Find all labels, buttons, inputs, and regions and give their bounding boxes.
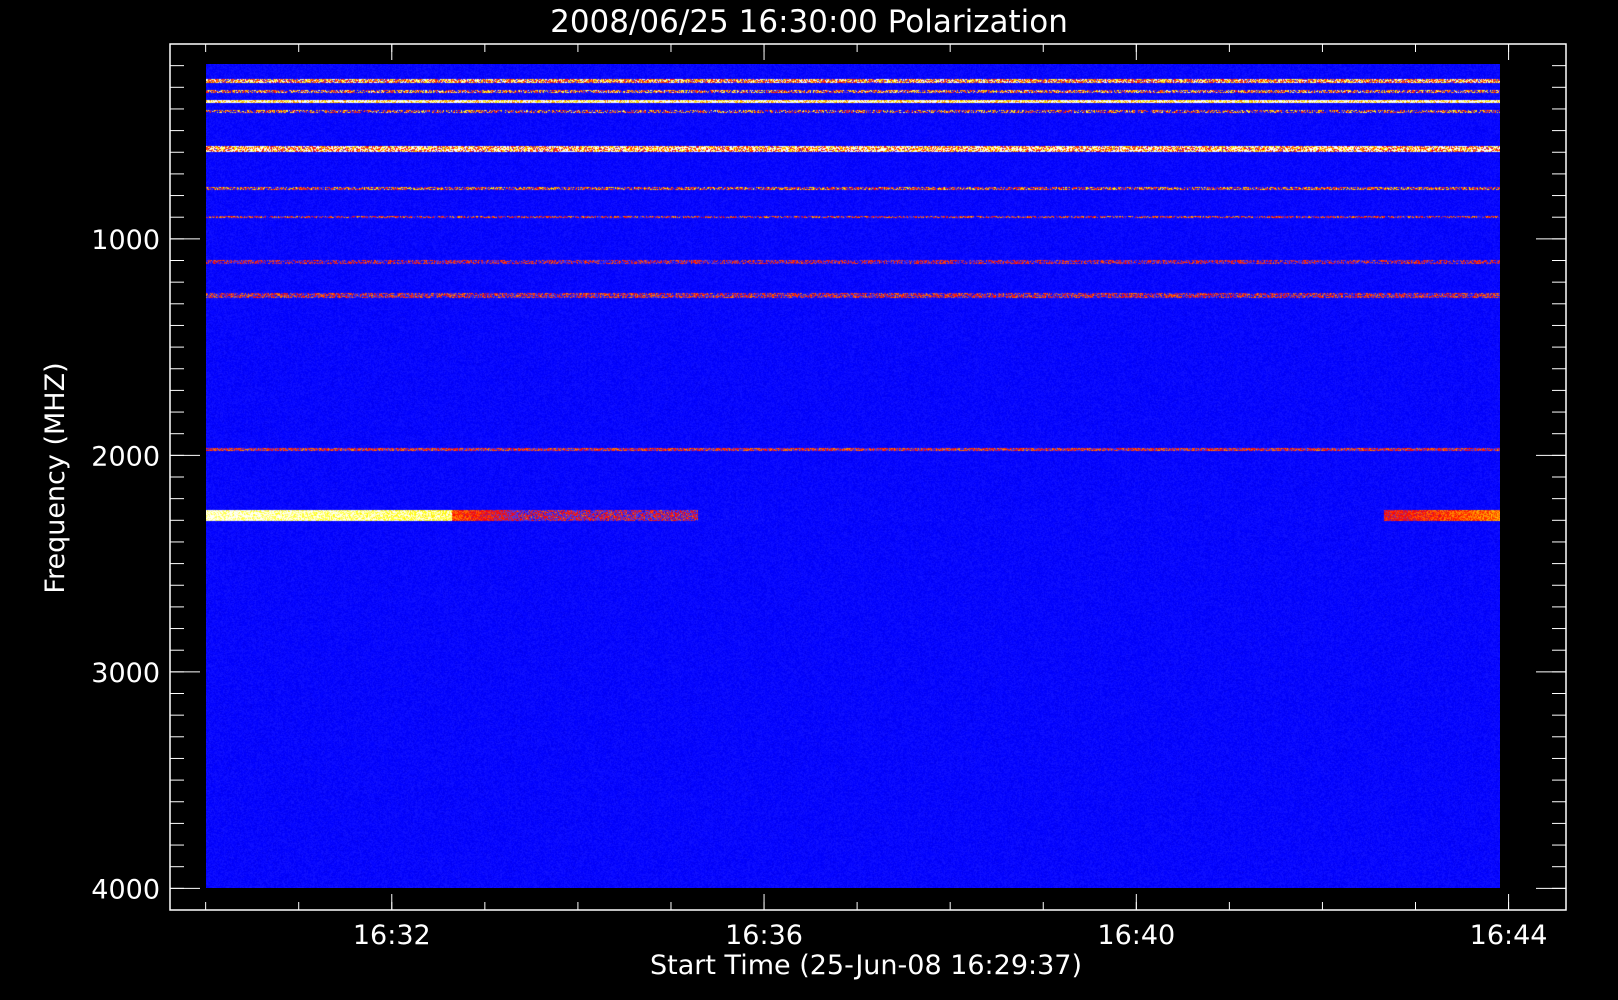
x-tick-label: 16:40 [1097,920,1175,951]
heatmap-area [206,64,1500,888]
x-axis-label: Start Time (25-Jun-08 16:29:37) [650,950,1082,981]
chart-canvas: 16:32 16:36 16:40 16:44 1000 2000 3000 4000 200… [0,0,1618,1000]
spectrogram-chart: 16:32 16:36 16:40 16:44 1000 2000 3000 4000 200… [0,0,1618,1000]
y-tick-label: 3000 [91,658,160,689]
x-tick-label: 16:36 [725,920,803,951]
x-tick-label: 16:32 [353,920,431,951]
y-axis-label: Frequency (MHZ) [40,362,71,593]
y-tick-label: 1000 [91,225,160,256]
y-tick-label: 2000 [91,441,160,472]
x-tick-label: 16:44 [1470,920,1548,951]
heatmap-image [206,64,1500,888]
y-tick-label: 4000 [91,874,160,905]
chart-title: 2008/06/25 16:30:00 Polarization [550,4,1068,40]
